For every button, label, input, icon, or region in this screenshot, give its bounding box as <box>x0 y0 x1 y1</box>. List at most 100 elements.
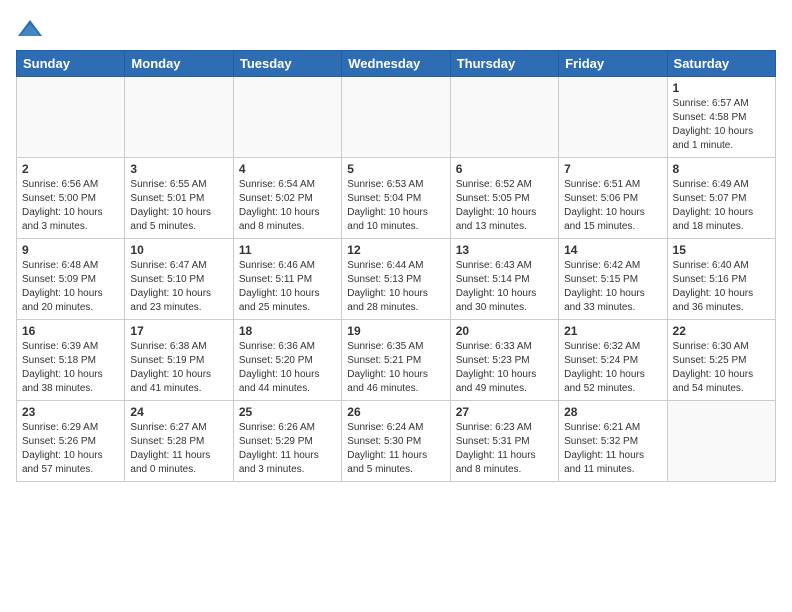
week-row-4: 23 Sunrise: 6:29 AM Sunset: 5:26 PM Dayli… <box>17 401 776 482</box>
day-info: Sunrise: 6:43 AM Sunset: 5:14 PM Dayligh… <box>456 259 553 315</box>
day-cell: 22 Sunrise: 6:30 AM Sunset: 5:25 PM Dayli… <box>667 320 775 401</box>
day-cell: 17 Sunrise: 6:38 AM Sunset: 5:19 PM Dayli… <box>125 320 233 401</box>
day-number: 24 <box>130 405 227 419</box>
day-number: 26 <box>347 405 444 419</box>
weekday-header-tuesday: Tuesday <box>233 51 341 77</box>
day-number: 16 <box>22 324 119 338</box>
day-info: Sunrise: 6:57 AM Sunset: 4:58 PM Dayligh… <box>673 97 770 153</box>
day-info: Sunrise: 6:27 AM Sunset: 5:28 PM Dayligh… <box>130 421 227 477</box>
day-cell: 10Sunrise: 6:47 AM Sunset: 5:10 PM Dayli… <box>125 239 233 320</box>
day-number: 11 <box>239 243 336 257</box>
header <box>16 16 776 44</box>
day-number: 15 <box>673 243 770 257</box>
day-cell: 5 Sunrise: 6:53 AM Sunset: 5:04 PM Daylig… <box>342 158 450 239</box>
day-number: 20 <box>456 324 553 338</box>
day-info: Sunrise: 6:52 AM Sunset: 5:05 PM Dayligh… <box>456 178 553 234</box>
day-cell <box>450 77 558 158</box>
day-cell: 3 Sunrise: 6:55 AM Sunset: 5:01 PM Daylig… <box>125 158 233 239</box>
day-cell: 11 Sunrise: 6:46 AM Sunset: 5:11 PM Dayli… <box>233 239 341 320</box>
day-number: 21 <box>564 324 661 338</box>
weekday-header-friday: Friday <box>559 51 667 77</box>
day-cell: 28Sunrise: 6:21 AM Sunset: 5:32 PM Dayli… <box>559 401 667 482</box>
day-info: Sunrise: 6:30 AM Sunset: 5:25 PM Dayligh… <box>673 340 770 396</box>
logo-icon <box>16 16 44 44</box>
day-cell: 9 Sunrise: 6:48 AM Sunset: 5:09 PM Daylig… <box>17 239 125 320</box>
day-number: 27 <box>456 405 553 419</box>
weekday-header-saturday: Saturday <box>667 51 775 77</box>
day-info: Sunrise: 6:54 AM Sunset: 5:02 PM Dayligh… <box>239 178 336 234</box>
day-info: Sunrise: 6:55 AM Sunset: 5:01 PM Dayligh… <box>130 178 227 234</box>
day-info: Sunrise: 6:33 AM Sunset: 5:23 PM Dayligh… <box>456 340 553 396</box>
day-cell: 1 Sunrise: 6:57 AM Sunset: 4:58 PM Daylig… <box>667 77 775 158</box>
day-cell: 20 Sunrise: 6:33 AM Sunset: 5:23 PM Dayli… <box>450 320 558 401</box>
day-number: 22 <box>673 324 770 338</box>
day-number: 14 <box>564 243 661 257</box>
weekday-header-thursday: Thursday <box>450 51 558 77</box>
day-cell <box>125 77 233 158</box>
day-cell: 23 Sunrise: 6:29 AM Sunset: 5:26 PM Dayli… <box>17 401 125 482</box>
day-cell: 24 Sunrise: 6:27 AM Sunset: 5:28 PM Dayli… <box>125 401 233 482</box>
day-number: 19 <box>347 324 444 338</box>
day-info: Sunrise: 6:21 AM Sunset: 5:32 PM Dayligh… <box>564 421 661 477</box>
day-number: 1 <box>673 81 770 95</box>
week-row-2: 9 Sunrise: 6:48 AM Sunset: 5:09 PM Daylig… <box>17 239 776 320</box>
day-cell: 12 Sunrise: 6:44 AM Sunset: 5:13 PM Dayli… <box>342 239 450 320</box>
day-number: 2 <box>22 162 119 176</box>
day-cell: 18 Sunrise: 6:36 AM Sunset: 5:20 PM Dayli… <box>233 320 341 401</box>
day-cell: 16 Sunrise: 6:39 AM Sunset: 5:18 PM Dayli… <box>17 320 125 401</box>
day-info: Sunrise: 6:53 AM Sunset: 5:04 PM Dayligh… <box>347 178 444 234</box>
day-info: Sunrise: 6:51 AM Sunset: 5:06 PM Dayligh… <box>564 178 661 234</box>
weekday-header-wednesday: Wednesday <box>342 51 450 77</box>
day-number: 13 <box>456 243 553 257</box>
day-number: 25 <box>239 405 336 419</box>
day-info: Sunrise: 6:48 AM Sunset: 5:09 PM Dayligh… <box>22 259 119 315</box>
weekday-header-sunday: Sunday <box>17 51 125 77</box>
day-number: 6 <box>456 162 553 176</box>
day-cell <box>667 401 775 482</box>
day-number: 4 <box>239 162 336 176</box>
day-info: Sunrise: 6:26 AM Sunset: 5:29 PM Dayligh… <box>239 421 336 477</box>
day-number: 3 <box>130 162 227 176</box>
day-cell <box>559 77 667 158</box>
logo <box>16 16 48 44</box>
day-number: 7 <box>564 162 661 176</box>
day-cell: 8 Sunrise: 6:49 AM Sunset: 5:07 PM Daylig… <box>667 158 775 239</box>
day-info: Sunrise: 6:35 AM Sunset: 5:21 PM Dayligh… <box>347 340 444 396</box>
day-info: Sunrise: 6:39 AM Sunset: 5:18 PM Dayligh… <box>22 340 119 396</box>
day-cell: 19 Sunrise: 6:35 AM Sunset: 5:21 PM Dayli… <box>342 320 450 401</box>
week-row-0: 1 Sunrise: 6:57 AM Sunset: 4:58 PM Daylig… <box>17 77 776 158</box>
day-number: 9 <box>22 243 119 257</box>
day-number: 5 <box>347 162 444 176</box>
day-info: Sunrise: 6:24 AM Sunset: 5:30 PM Dayligh… <box>347 421 444 477</box>
day-cell: 27 Sunrise: 6:23 AM Sunset: 5:31 PM Dayli… <box>450 401 558 482</box>
calendar: SundayMondayTuesdayWednesdayThursdayFrid… <box>16 50 776 482</box>
day-cell: 25 Sunrise: 6:26 AM Sunset: 5:29 PM Dayli… <box>233 401 341 482</box>
day-info: Sunrise: 6:32 AM Sunset: 5:24 PM Dayligh… <box>564 340 661 396</box>
day-info: Sunrise: 6:36 AM Sunset: 5:20 PM Dayligh… <box>239 340 336 396</box>
day-number: 10 <box>130 243 227 257</box>
week-row-1: 2 Sunrise: 6:56 AM Sunset: 5:00 PM Daylig… <box>17 158 776 239</box>
day-cell <box>17 77 125 158</box>
day-info: Sunrise: 6:40 AM Sunset: 5:16 PM Dayligh… <box>673 259 770 315</box>
day-number: 18 <box>239 324 336 338</box>
day-cell: 14Sunrise: 6:42 AM Sunset: 5:15 PM Dayli… <box>559 239 667 320</box>
day-info: Sunrise: 6:29 AM Sunset: 5:26 PM Dayligh… <box>22 421 119 477</box>
day-info: Sunrise: 6:44 AM Sunset: 5:13 PM Dayligh… <box>347 259 444 315</box>
day-number: 8 <box>673 162 770 176</box>
day-cell <box>233 77 341 158</box>
day-cell: 26 Sunrise: 6:24 AM Sunset: 5:30 PM Dayli… <box>342 401 450 482</box>
day-number: 23 <box>22 405 119 419</box>
day-info: Sunrise: 6:38 AM Sunset: 5:19 PM Dayligh… <box>130 340 227 396</box>
day-number: 12 <box>347 243 444 257</box>
day-cell: 15 Sunrise: 6:40 AM Sunset: 5:16 PM Dayli… <box>667 239 775 320</box>
day-cell: 7 Sunrise: 6:51 AM Sunset: 5:06 PM Daylig… <box>559 158 667 239</box>
day-info: Sunrise: 6:46 AM Sunset: 5:11 PM Dayligh… <box>239 259 336 315</box>
day-info: Sunrise: 6:49 AM Sunset: 5:07 PM Dayligh… <box>673 178 770 234</box>
day-cell: 13 Sunrise: 6:43 AM Sunset: 5:14 PM Dayli… <box>450 239 558 320</box>
day-cell <box>342 77 450 158</box>
day-info: Sunrise: 6:23 AM Sunset: 5:31 PM Dayligh… <box>456 421 553 477</box>
day-info: Sunrise: 6:56 AM Sunset: 5:00 PM Dayligh… <box>22 178 119 234</box>
week-row-3: 16 Sunrise: 6:39 AM Sunset: 5:18 PM Dayli… <box>17 320 776 401</box>
day-cell: 4 Sunrise: 6:54 AM Sunset: 5:02 PM Daylig… <box>233 158 341 239</box>
day-number: 17 <box>130 324 227 338</box>
